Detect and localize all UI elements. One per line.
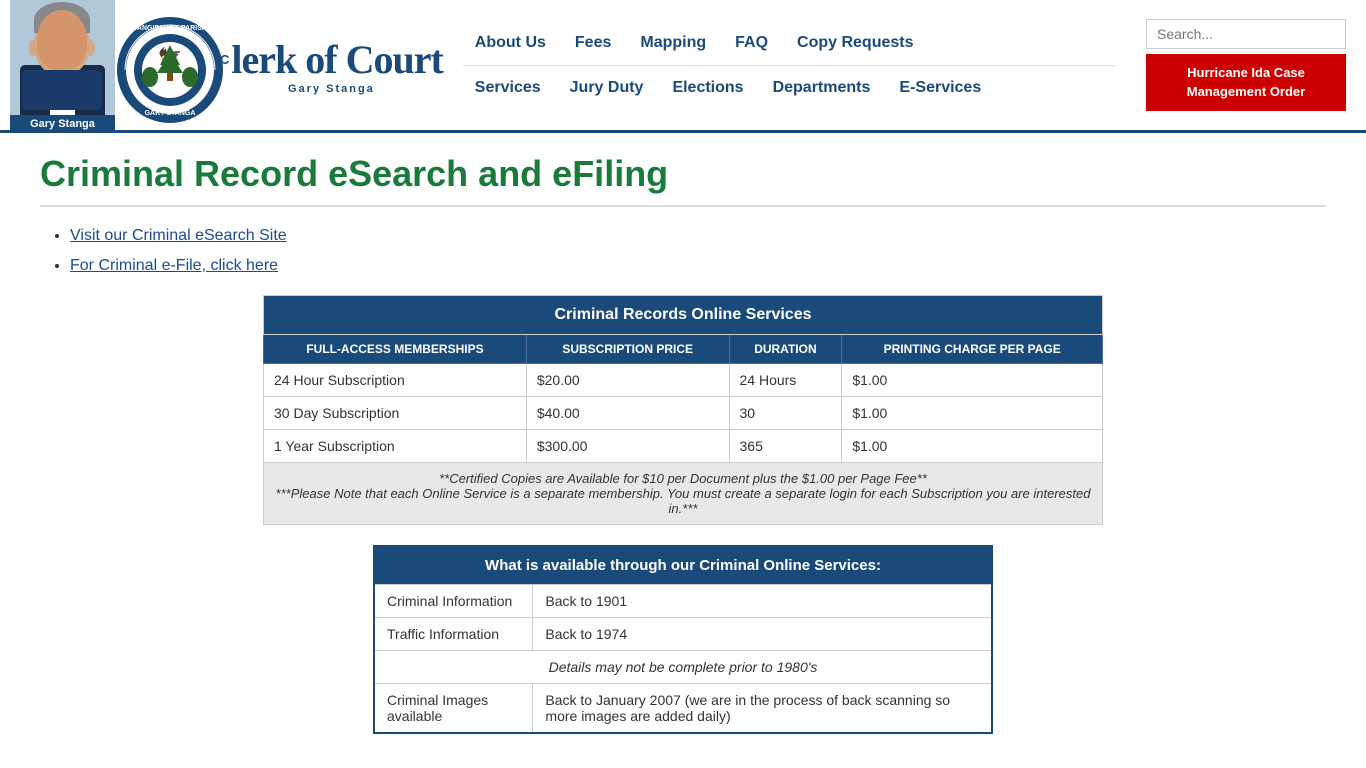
efile-link[interactable]: For Criminal e-File, click here (70, 257, 278, 274)
italic-note: Details may not be complete prior to 198… (374, 651, 992, 684)
service-label: Criminal Images available (374, 684, 533, 734)
site-header: Gary Stanga 🦅 TANGIPAHOA PARISH GARY STA… (0, 0, 1366, 133)
nav-jury-duty[interactable]: Jury Duty (558, 74, 656, 102)
table-row: 30 Day Subscription $40.00 30 $1.00 (264, 397, 1103, 430)
person-name-label: Gary Stanga (10, 115, 115, 130)
duration: 24 Hours (729, 364, 842, 397)
duration: 365 (729, 430, 842, 463)
nav-row-1: About Us Fees Mapping FAQ Copy Requests (463, 21, 1116, 66)
membership-name: 24 Hour Subscription (264, 364, 527, 397)
table-row: Criminal Information Back to 1901 (374, 585, 992, 618)
nav-mapping[interactable]: Mapping (628, 29, 718, 57)
person-photo-section: Gary Stanga (10, 0, 115, 130)
table-row: 1 Year Subscription $300.00 365 $1.00 (264, 430, 1103, 463)
clerk-name-brand: Gary Stanga (220, 83, 443, 95)
logo-section: 🦅 TANGIPAHOA PARISH GARY STANGA C lerk o… (115, 15, 443, 115)
table-row-italic: Details may not be complete prior to 198… (374, 651, 992, 684)
nav-elections[interactable]: Elections (660, 74, 755, 102)
col-header-printing: PRINTING CHARGE PER PAGE (842, 335, 1103, 364)
nav-copy-requests[interactable]: Copy Requests (785, 29, 925, 57)
tables-section: Criminal Records Online Services FULL-AC… (40, 295, 1326, 734)
available-table: What is available through our Criminal O… (373, 545, 993, 734)
membership-name: 30 Day Subscription (264, 397, 527, 430)
service-value: Back to 1974 (533, 618, 992, 651)
duration: 30 (729, 397, 842, 430)
records-table-title: Criminal Records Online Services (264, 296, 1103, 335)
clerk-of-court-branding: C lerk of Court Gary Stanga (220, 36, 443, 95)
available-table-title: What is available through our Criminal O… (374, 546, 992, 585)
svg-text:GARY STANGA: GARY STANGA (145, 110, 196, 117)
subscription-price: $40.00 (526, 397, 729, 430)
col-header-duration: DURATION (729, 335, 842, 364)
page-title: Criminal Record eSearch and eFiling (40, 153, 1326, 207)
subscription-price: $300.00 (526, 430, 729, 463)
nav-departments[interactable]: Departments (761, 74, 883, 102)
nav-services[interactable]: Services (463, 74, 553, 102)
list-item: For Criminal e-File, click here (70, 257, 1326, 275)
service-label: Criminal Information (374, 585, 533, 618)
main-content: Criminal Record eSearch and eFiling Visi… (0, 133, 1366, 754)
records-table: Criminal Records Online Services FULL-AC… (263, 295, 1103, 525)
records-table-note: **Certified Copies are Available for $10… (264, 463, 1103, 525)
membership-name: 1 Year Subscription (264, 430, 527, 463)
service-label: Traffic Information (374, 618, 533, 651)
table-row: Criminal Images available Back to Januar… (374, 684, 992, 734)
nav-row-2: Services Jury Duty Elections Departments… (463, 66, 1116, 110)
svg-text:TANGIPAHOA PARISH: TANGIPAHOA PARISH (133, 25, 207, 32)
table-row: 24 Hour Subscription $20.00 24 Hours $1.… (264, 364, 1103, 397)
note-row: **Certified Copies are Available for $10… (264, 463, 1103, 525)
clerk-main-label: lerk of Court (231, 36, 442, 83)
printing-charge: $1.00 (842, 397, 1103, 430)
table-row: Traffic Information Back to 1974 (374, 618, 992, 651)
main-navigation: About Us Fees Mapping FAQ Copy Requests … (443, 21, 1136, 110)
header-right-section: Hurricane Ida Case Management Order (1136, 9, 1356, 120)
seal-logo: 🦅 TANGIPAHOA PARISH GARY STANGA (115, 15, 215, 115)
col-header-price: SUBSCRIPTION PRICE (526, 335, 729, 364)
gary-stanga-photo (10, 0, 115, 115)
hurricane-btn[interactable]: Hurricane Ida Case Management Order (1146, 54, 1346, 110)
printing-charge: $1.00 (842, 364, 1103, 397)
service-value: Back to 1901 (533, 585, 992, 618)
subscription-price: $20.00 (526, 364, 729, 397)
printing-charge: $1.00 (842, 430, 1103, 463)
col-header-memberships: FULL-ACCESS MEMBERSHIPS (264, 335, 527, 364)
nav-faq[interactable]: FAQ (723, 29, 780, 57)
list-item: Visit our Criminal eSearch Site (70, 227, 1326, 245)
nav-fees[interactable]: Fees (563, 29, 623, 57)
service-value: Back to January 2007 (we are in the proc… (533, 684, 992, 734)
links-list: Visit our Criminal eSearch Site For Crim… (40, 227, 1326, 275)
nav-about-us[interactable]: About Us (463, 29, 558, 57)
nav-e-services[interactable]: E-Services (887, 74, 993, 102)
search-input[interactable] (1146, 19, 1346, 49)
esearch-link[interactable]: Visit our Criminal eSearch Site (70, 227, 287, 244)
